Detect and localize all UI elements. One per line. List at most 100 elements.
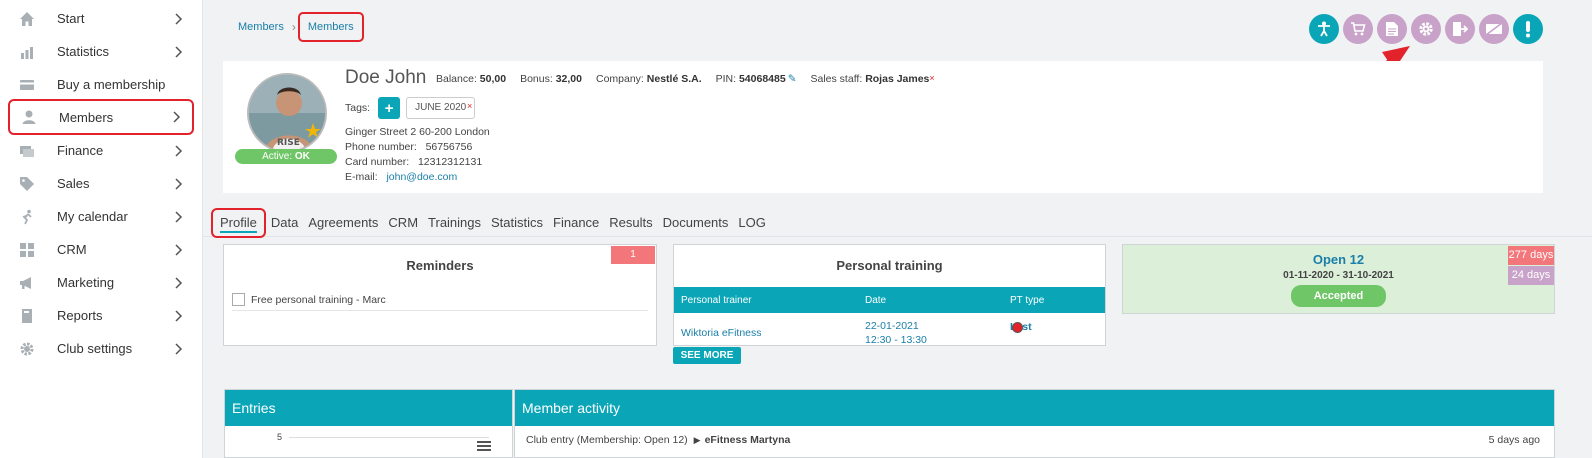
bonus-field: Bonus: 32,00: [520, 73, 582, 85]
sidebar-item-label: Members: [59, 109, 114, 125]
reminders-count-badge: 1: [611, 246, 655, 264]
add-tag-button[interactable]: +: [378, 97, 401, 119]
member-contact: Ginger Street 2 60-200 London Phone numb…: [345, 125, 490, 185]
sidebar-item-my-calendar[interactable]: My calendar: [8, 200, 194, 233]
tab-documents[interactable]: Documents: [658, 208, 734, 238]
alert-button[interactable]: [1513, 14, 1543, 44]
tag-icon: [18, 175, 36, 193]
pt-trainer[interactable]: Wiktoria eFitness: [681, 327, 762, 339]
sidebar-item-sales[interactable]: Sales: [8, 167, 194, 200]
pt-table-header: Personal trainer Date PT type: [674, 287, 1105, 313]
avatar[interactable]: RISE: [247, 73, 327, 153]
sidebar-item-label: Sales: [57, 176, 90, 191]
sidebar-item-label: Start: [57, 11, 85, 26]
tab-statistics[interactable]: Statistics: [486, 208, 548, 238]
sidebar-item-finance[interactable]: Finance: [8, 134, 194, 167]
activity-timestamp: 5 days ago: [1488, 434, 1540, 446]
money-icon: [18, 142, 36, 160]
sidebar-item-members[interactable]: Members: [8, 99, 194, 135]
balance-field: Balance: 50,00: [436, 73, 507, 85]
tab-agreements[interactable]: Agreements: [303, 208, 383, 238]
sidebar-item-label: Finance: [57, 143, 104, 158]
sidebar-item-crm[interactable]: CRM: [8, 233, 194, 266]
sidebar-item-label: My calendar: [57, 209, 128, 224]
exit-button[interactable]: [1445, 14, 1475, 44]
breadcrumb-members[interactable]: Members: [232, 21, 290, 33]
sales-staff-field: Sales staff: Rojas James×: [810, 73, 935, 85]
tab-crm[interactable]: CRM: [383, 208, 423, 238]
chevron-right-icon: [172, 12, 186, 26]
tag-chip[interactable]: JUNE 2020 ×: [406, 96, 476, 119]
chevron-right-icon: [172, 243, 186, 257]
reminders-title: Reminders: [406, 258, 474, 273]
sidebar: Start Statistics Buy a membership Member…: [0, 0, 203, 458]
caret-right-icon: ▶: [693, 434, 701, 445]
membership-card[interactable]: Open 12 01-11-2020 - 31-10-2021 Accepted…: [1122, 244, 1555, 314]
breadcrumb: Members › Members: [232, 12, 364, 42]
user-icon: [20, 108, 38, 126]
days-total-badge: 277 days: [1508, 246, 1554, 265]
sidebar-item-label: Reports: [57, 308, 103, 323]
hamburger-menu-icon[interactable]: [477, 440, 491, 454]
pt-time: 12:30 - 13:30: [865, 334, 927, 346]
grid-icon: [18, 241, 36, 259]
address: Ginger Street 2 60-200 London: [345, 126, 490, 138]
alert-icon: [1526, 21, 1530, 38]
pencil-icon[interactable]: ✎: [788, 73, 797, 85]
remove-staff-icon[interactable]: ×: [929, 73, 934, 83]
svg-text:RISE: RISE: [277, 138, 300, 148]
book-icon: [18, 307, 36, 325]
sidebar-item-reports[interactable]: Reports: [8, 299, 194, 332]
membership-dates: 01-11-2020 - 31-10-2021: [1283, 270, 1394, 281]
sidebar-item-marketing[interactable]: Marketing: [8, 266, 194, 299]
column-header: Date: [865, 295, 887, 306]
remove-tag-icon[interactable]: ×: [467, 96, 472, 116]
chevron-right-icon: [172, 342, 186, 356]
block-card-button[interactable]: [1479, 14, 1509, 44]
see-more-button[interactable]: SEE MORE: [673, 347, 741, 364]
entries-panel: Entries 5: [224, 389, 513, 458]
gridline: [289, 437, 489, 438]
member-activity-panel: Member activity Club entry (Membership: …: [514, 389, 1555, 458]
chevron-right-icon: [172, 210, 186, 224]
runner-icon: [18, 208, 36, 226]
profile-tabs: Profile Data Agreements CRM Trainings St…: [211, 208, 771, 238]
home-icon: [18, 10, 36, 28]
member-profile-card: RISE Active: OK Doe John Balance: 50,00 …: [223, 61, 1543, 193]
tags-label: Tags:: [345, 102, 371, 114]
reminder-checkbox[interactable]: [232, 293, 245, 306]
email-row: E-mail: john@doe.com: [345, 171, 458, 183]
breadcrumb-members-current[interactable]: Members: [297, 12, 364, 42]
column-header: PT type: [1010, 295, 1045, 306]
list-item: Club entry (Membership: Open 12) ▶ eFitn…: [526, 434, 791, 446]
chevron-right-icon: [170, 110, 184, 124]
membership-status-badge: Accepted: [1291, 285, 1386, 307]
sidebar-item-label: Marketing: [57, 275, 115, 290]
sidebar-item-buy-membership[interactable]: Buy a membership: [8, 68, 194, 101]
card-row: Card number: 12312312131: [345, 156, 483, 168]
chevron-right-icon: [172, 177, 186, 191]
tab-profile[interactable]: Profile: [211, 208, 266, 238]
tab-finance[interactable]: Finance: [548, 208, 604, 238]
axis-tick-label: 5: [277, 432, 283, 442]
chevron-right-icon: [172, 309, 186, 323]
card-icon: [18, 76, 36, 94]
tab-results[interactable]: Results: [604, 208, 657, 238]
chevron-right-icon: ›: [291, 20, 296, 34]
email-link[interactable]: john@doe.com: [386, 171, 457, 183]
chevron-right-icon: [172, 144, 186, 158]
membership-title: Open 12: [1312, 252, 1365, 267]
phone-row: Phone number: 56756756: [345, 141, 473, 153]
sidebar-item-label: Statistics: [57, 44, 110, 59]
sidebar-item-statistics[interactable]: Statistics: [8, 35, 194, 68]
reminders-panel: Reminders 1 Free personal training - Mar…: [223, 244, 657, 346]
tab-data[interactable]: Data: [266, 208, 303, 238]
tab-trainings[interactable]: Trainings: [423, 208, 486, 238]
tab-log[interactable]: LOG: [733, 208, 770, 238]
member-summary: Balance: 50,00 Bonus: 32,00 Company: Nes…: [436, 73, 935, 85]
sidebar-item-club-settings[interactable]: Club settings: [8, 332, 194, 365]
gear-icon: [18, 340, 36, 358]
chevron-right-icon: [172, 45, 186, 59]
sidebar-item-start[interactable]: Start: [8, 2, 194, 35]
megaphone-icon: [18, 274, 36, 292]
